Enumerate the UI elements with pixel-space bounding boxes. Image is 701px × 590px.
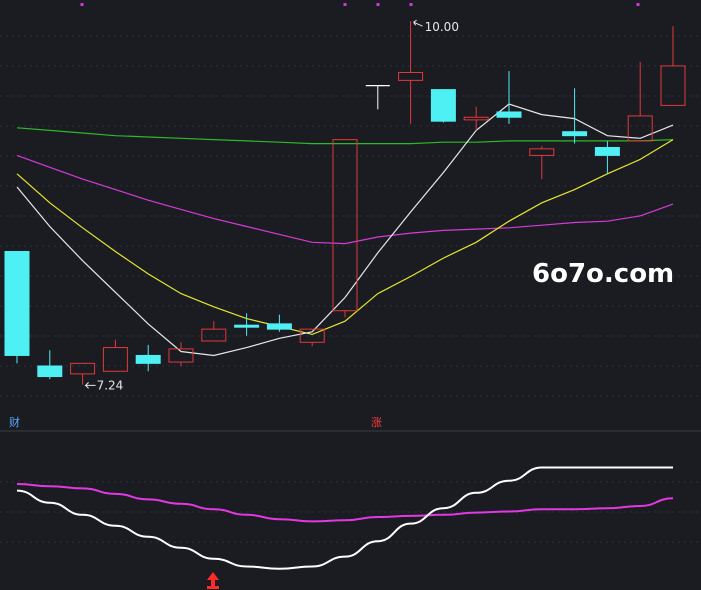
chart-background [0,0,701,590]
marker-cai: 财 [9,415,20,429]
candle-17-body [562,131,588,137]
candle-1-body [37,365,63,378]
candle-13 [430,89,456,123]
candle-8-body [266,323,292,330]
top-dot-3 [409,3,413,6]
candle-4-body [135,354,161,364]
candle-7-body [234,324,260,328]
top-dot-4 [636,3,640,6]
candle-13-body [430,89,456,122]
candlestick-chart: 10.00 7.24 财 涨 6o7o.com [0,0,701,590]
candle-15-body [496,111,522,118]
watermark: 6o7o.com [532,259,674,289]
marker-zhang: 涨 [371,416,382,429]
candle-0 [4,250,30,364]
top-dot-0 [80,3,84,6]
candle-0-body [4,250,30,356]
top-dot-2 [376,3,380,6]
low-price-label: 7.24 [97,378,124,392]
high-price-label: 10.00 [425,20,459,34]
top-dot-1 [343,3,347,6]
candle-18-body [594,147,620,156]
